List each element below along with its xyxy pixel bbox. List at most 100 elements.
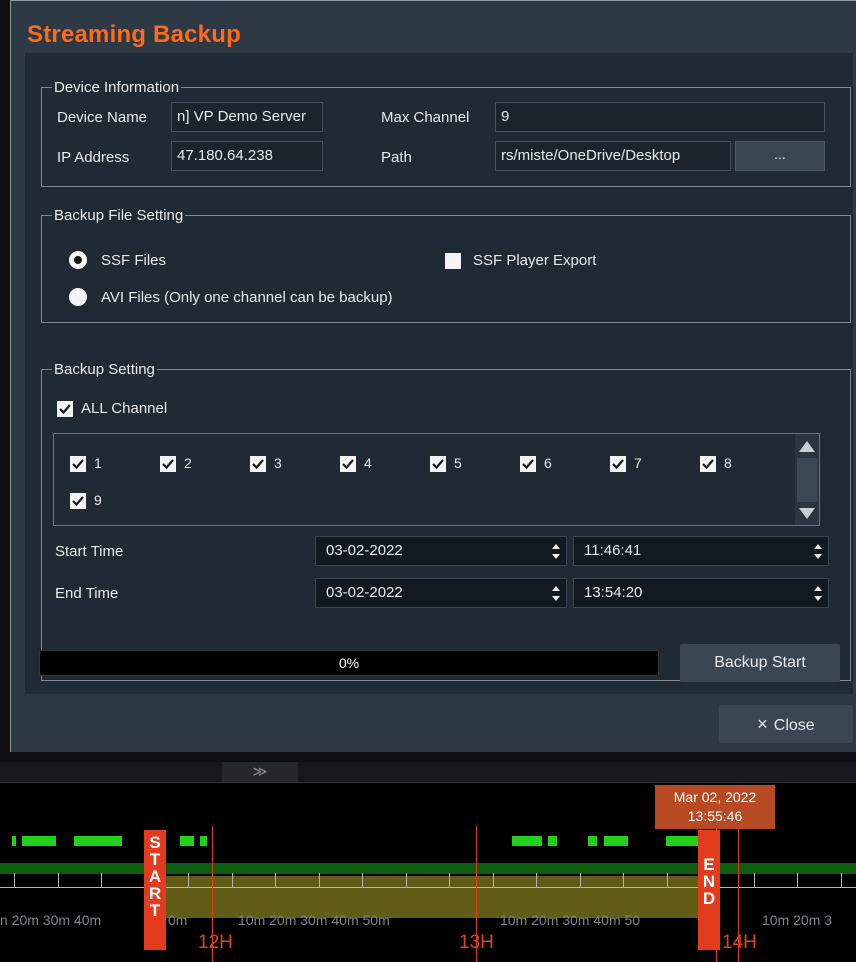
start-date-input[interactable]: 03-02-2022 [315, 536, 567, 566]
channel-5-label[interactable]: 5 [454, 455, 462, 471]
channel-3-checkbox[interactable] [250, 456, 266, 472]
start-flag-letter: T [149, 901, 161, 920]
ssf-player-export-checkbox[interactable] [445, 253, 461, 269]
start-marker-flag[interactable]: START [144, 830, 166, 950]
device-information-legend: Device Information [54, 79, 180, 96]
all-channel-checkbox[interactable] [57, 401, 73, 417]
timeline-header: ≫ [0, 762, 856, 783]
channel-2-label[interactable]: 2 [184, 455, 192, 471]
timeline-tick [623, 873, 624, 887]
hour-label: 12H [198, 932, 233, 953]
close-icon: × [757, 714, 768, 734]
device-name-field[interactable]: n] VP Demo Server [171, 102, 323, 132]
timeline-tick [101, 873, 102, 887]
recording-segment [548, 836, 557, 846]
hour-label: 13H [459, 932, 494, 953]
channel-1-checkbox[interactable] [70, 456, 86, 472]
end-date-value: 03-02-2022 [326, 584, 403, 601]
dialog-title: Streaming Backup [27, 21, 241, 48]
max-channel-field[interactable]: 9 [495, 102, 825, 132]
hour-label: 14H [722, 932, 757, 953]
ip-address-field[interactable]: 47.180.64.238 [171, 141, 323, 171]
recording-segment [180, 836, 194, 846]
timeline-tick [58, 873, 59, 887]
channel-3-label[interactable]: 3 [274, 455, 282, 471]
recording-segment [512, 836, 542, 846]
avi-files-label[interactable]: AVI Files (Only one channel can be backu… [101, 289, 393, 306]
progress-text: 0% [338, 655, 360, 671]
channel-4-checkbox[interactable] [340, 456, 356, 472]
channel-8-label[interactable]: 8 [724, 455, 732, 471]
backup-setting-legend: Backup Setting [54, 361, 155, 378]
ssf-files-label[interactable]: SSF Files [101, 252, 166, 269]
channel-6-label[interactable]: 6 [544, 455, 552, 471]
channel-9-checkbox[interactable] [70, 493, 86, 509]
ip-address-label: IP Address [57, 149, 130, 166]
channel-7-checkbox[interactable] [610, 456, 626, 472]
all-channel-label[interactable]: ALL Channel [81, 400, 167, 417]
timeline-tick [449, 873, 450, 887]
tooltip-time: 13:55:46 [687, 808, 743, 824]
timeline-tick [14, 873, 15, 887]
start-time-input[interactable]: 11:46:41 [573, 536, 829, 566]
channel-7-label[interactable]: 7 [634, 455, 642, 471]
browse-button[interactable]: ... [735, 141, 825, 171]
recording-segment [200, 836, 207, 846]
channel-5-checkbox[interactable] [430, 456, 446, 472]
recording-segment [22, 836, 56, 846]
check-icon [162, 459, 174, 470]
scroll-thumb[interactable] [797, 458, 817, 502]
scroll-up-arrow-icon[interactable] [799, 441, 815, 452]
channel-8-checkbox[interactable] [700, 456, 716, 472]
scroll-down-arrow-icon[interactable] [799, 508, 815, 519]
recording-segment [74, 836, 122, 846]
timeline-tick [188, 873, 189, 887]
end-time-input[interactable]: 13:54:20 [573, 578, 829, 608]
minute-label: 10m 20m 3 [762, 912, 833, 928]
channel-list: 1 2 3 4 5 6 7 8 9 [53, 433, 820, 526]
timeline-tick [580, 873, 581, 887]
end-time-value: 13:54:20 [584, 584, 643, 601]
timeline-axis [0, 887, 856, 888]
avi-files-radio[interactable] [69, 288, 87, 306]
channel-4-label[interactable]: 4 [364, 455, 372, 471]
end-date-input[interactable]: 03-02-2022 [315, 578, 567, 608]
start-flag-letter: R [148, 884, 162, 903]
check-icon [72, 459, 84, 470]
check-icon [612, 459, 624, 470]
backup-file-setting-legend: Backup File Setting [54, 207, 184, 224]
timeline-tick [275, 873, 276, 887]
minute-label: 0m [168, 912, 188, 928]
recording-segment [588, 836, 597, 846]
timeline-tick [406, 873, 407, 887]
timeline-tick [319, 873, 320, 887]
backup-progress-bar: 0% [39, 650, 659, 676]
start-time-spinner[interactable] [814, 540, 824, 562]
path-field[interactable]: rs/miste/OneDrive/Desktop [495, 141, 731, 171]
timeline-tick [232, 873, 233, 887]
device-name-label: Device Name [57, 109, 148, 126]
timeline-tick [797, 873, 798, 887]
collapse-chevron-icon[interactable]: ≫ [222, 762, 298, 782]
end-time-label: End Time [55, 585, 119, 602]
timeline-tick [754, 873, 755, 887]
recording-band [0, 863, 856, 874]
channel-9-label[interactable]: 9 [94, 492, 102, 508]
check-icon [522, 459, 534, 470]
end-date-spinner[interactable] [552, 582, 562, 604]
channel-1-label[interactable]: 1 [94, 455, 102, 471]
channel-6-checkbox[interactable] [520, 456, 536, 472]
close-button[interactable]: × Close [719, 705, 853, 743]
end-time-spinner[interactable] [814, 582, 824, 604]
channel-scrollbar[interactable] [795, 434, 819, 525]
ssf-player-export-label[interactable]: SSF Player Export [473, 252, 596, 269]
recording-segment [12, 836, 16, 846]
channel-2-checkbox[interactable] [160, 456, 176, 472]
check-icon [702, 459, 714, 470]
backup-start-button[interactable]: Backup Start [680, 644, 840, 682]
ssf-files-radio[interactable] [69, 251, 87, 269]
check-icon [432, 459, 444, 470]
timeline-tick [493, 873, 494, 887]
start-time-value: 11:46:41 [584, 542, 642, 559]
start-date-spinner[interactable] [552, 540, 562, 562]
